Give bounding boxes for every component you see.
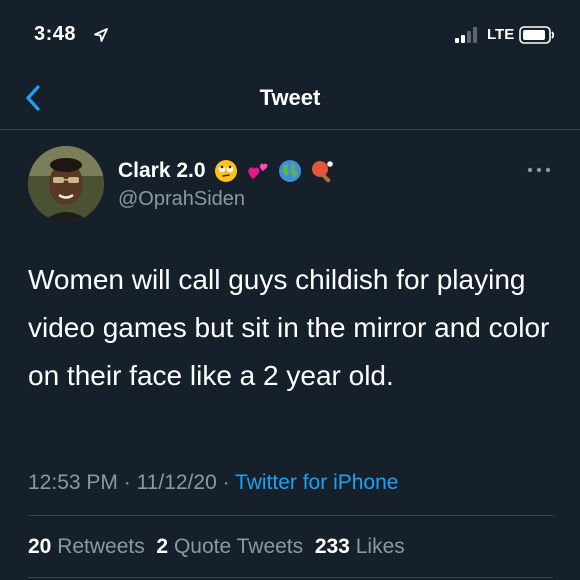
tweet-time: 12:53 PM	[28, 471, 118, 494]
rolling-eyes-emoji-icon	[214, 160, 237, 182]
tweet-meta: 12:53 PM · 11/12/20 · Twitter for iPhone	[28, 469, 398, 497]
likes-count: 233	[314, 535, 350, 558]
quote-tweets-label: Quote Tweets	[173, 535, 304, 558]
more-options-icon[interactable]	[522, 160, 556, 180]
author-handle[interactable]: @OprahSiden	[118, 187, 245, 211]
retweets-stat[interactable]: 20 Retweets	[28, 535, 145, 558]
likes-stat[interactable]: 233 Likes	[315, 535, 405, 558]
tweet-text: Women will call guys childish for playin…	[28, 264, 550, 391]
network-type-label: LTE	[487, 26, 515, 43]
quote-tweets-stat[interactable]: 2 Quote Tweets	[156, 535, 303, 558]
location-arrow-icon	[94, 28, 108, 42]
tweet-date: 11/12/20	[136, 471, 217, 494]
retweets-label: Retweets	[57, 535, 145, 558]
battery-icon	[519, 26, 555, 44]
meta-separator: ·	[216, 471, 236, 494]
nav-divider	[0, 129, 580, 130]
meta-divider	[28, 515, 553, 516]
display-name: Clark 2.0	[118, 159, 206, 182]
globe-emoji-icon	[278, 160, 301, 182]
status-time: 3:48	[34, 23, 77, 45]
page-title: Tweet	[259, 85, 321, 110]
avatar[interactable]	[28, 146, 104, 222]
tweet-stats: 20 Retweets 2 Quote Tweets 233 Likes	[28, 533, 405, 561]
ping-pong-emoji-icon	[311, 161, 333, 183]
retweets-count: 20	[28, 535, 52, 558]
tweet-source-link[interactable]: Twitter for iPhone	[235, 471, 398, 494]
status-bar: 3:48 LTE	[0, 0, 580, 60]
two-hearts-emoji-icon	[247, 163, 267, 179]
quote-tweets-count: 2	[156, 535, 169, 558]
navigation-bar: Tweet	[0, 72, 580, 128]
meta-separator: ·	[117, 471, 137, 494]
display-name-row[interactable]: Clark 2.0	[118, 156, 334, 186]
likes-label: Likes	[355, 535, 405, 558]
cellular-signal-icon	[455, 27, 477, 43]
stats-divider	[28, 577, 553, 578]
